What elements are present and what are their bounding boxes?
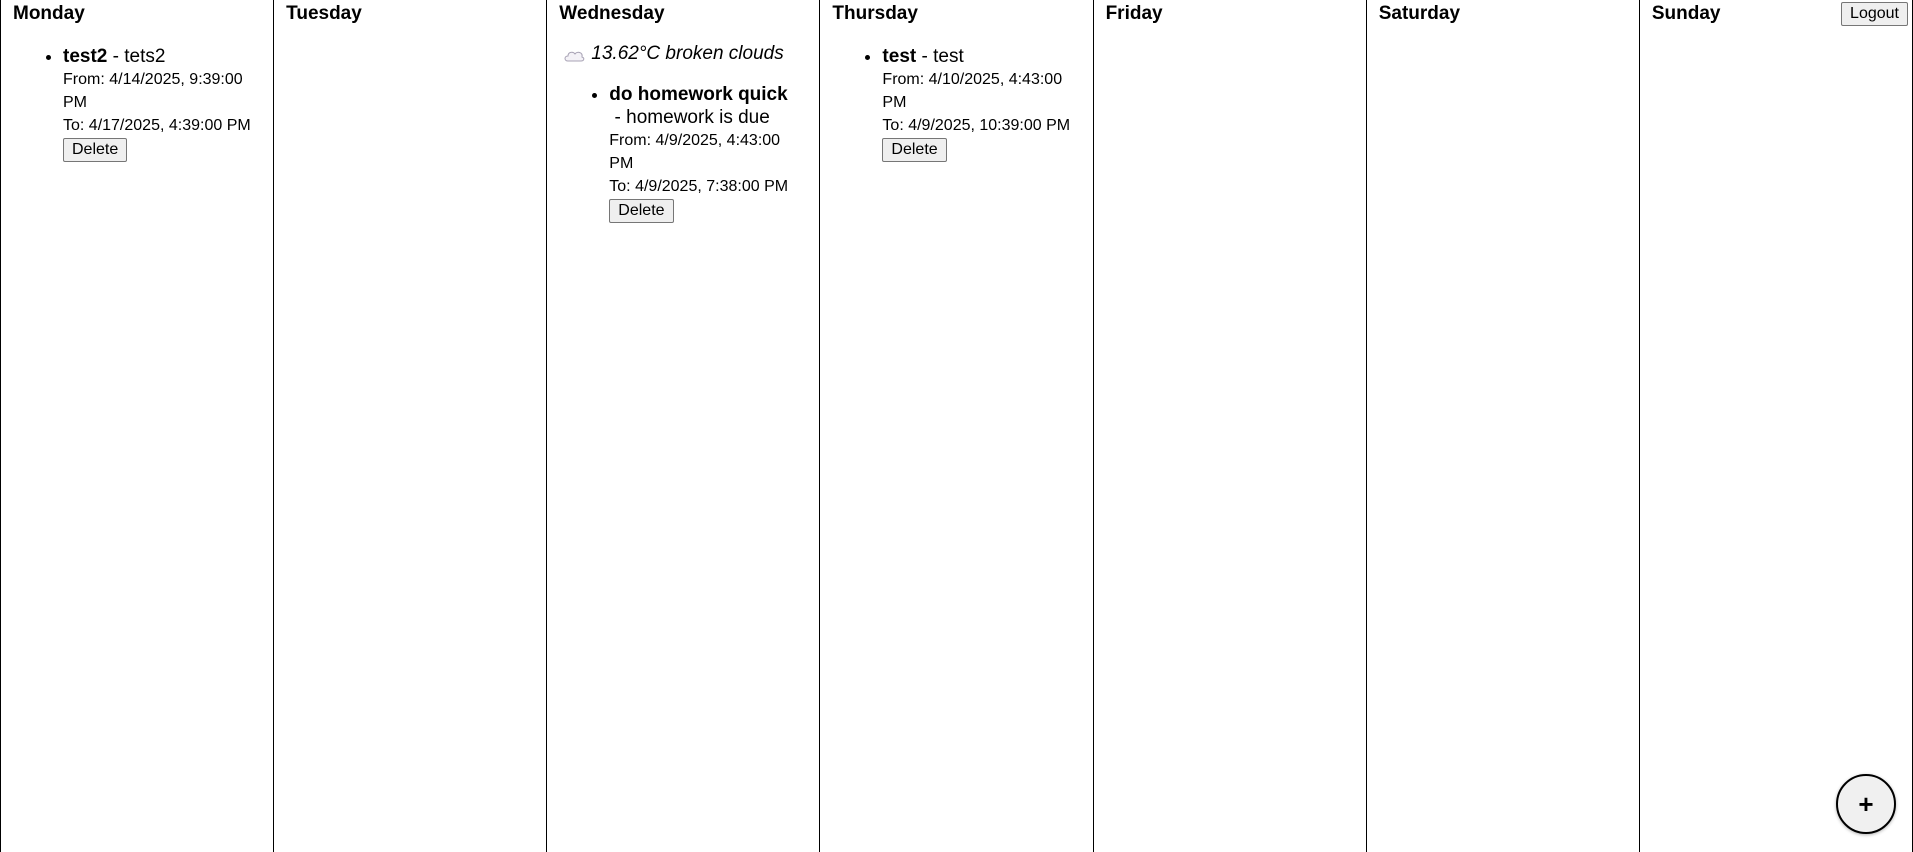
event-description: tets2 xyxy=(124,46,166,67)
list-item: test2 - tets2 From: 4/14/2025, 9:39:00 P… xyxy=(63,45,261,162)
weather-info: 13.62°C broken clouds xyxy=(563,43,807,65)
event-description: test xyxy=(933,46,964,67)
logout-button[interactable]: Logout xyxy=(1841,2,1908,26)
day-title: Saturday xyxy=(1378,3,1461,24)
event-separator: - xyxy=(916,46,934,67)
day-column-monday: Monday test2 - tets2 From: 4/14/2025, 9:… xyxy=(1,0,275,852)
day-title: Tuesday xyxy=(286,3,362,24)
event-separator: - xyxy=(609,107,627,128)
cloud-icon xyxy=(563,47,585,62)
day-column-friday: Friday xyxy=(1094,0,1367,852)
day-title: Wednesday xyxy=(559,3,665,24)
delete-event-button[interactable]: Delete xyxy=(882,138,947,162)
event-from: From: 4/14/2025, 9:39:00 PM xyxy=(63,71,243,111)
event-from: From: 4/10/2025, 4:43:00 PM xyxy=(882,71,1063,111)
event-from: From: 4/9/2025, 4:43:00 PM xyxy=(609,132,781,172)
event-title: test xyxy=(882,46,917,67)
day-column-thursday: Thursday test - test From: 4/10/2025, 4:… xyxy=(820,0,1094,852)
event-to: To: 4/17/2025, 4:39:00 PM xyxy=(63,117,251,134)
plus-icon: + xyxy=(1858,788,1874,819)
event-title: test2 xyxy=(63,46,108,67)
day-column-sunday: Sunday Logout + xyxy=(1640,0,1913,852)
list-item: do homework quick - homework is due From… xyxy=(609,83,807,223)
day-column-tuesday: Tuesday xyxy=(274,0,548,852)
list-item: test - test From: 4/10/2025, 4:43:00 PM … xyxy=(882,45,1080,162)
delete-event-button[interactable]: Delete xyxy=(63,138,128,162)
add-event-button[interactable]: + xyxy=(1835,774,1896,834)
day-column-wednesday: Wednesday 13.62°C broken clouds do homew… xyxy=(547,0,821,852)
event-to: To: 4/9/2025, 7:38:00 PM xyxy=(609,178,789,195)
event-title: do homework quick xyxy=(609,84,788,105)
event-to: To: 4/9/2025, 10:39:00 PM xyxy=(882,117,1071,134)
event-description: homework is due xyxy=(626,107,770,128)
delete-event-button[interactable]: Delete xyxy=(609,199,674,223)
event-separator: - xyxy=(107,46,125,67)
day-title: Monday xyxy=(13,3,85,24)
day-title: Friday xyxy=(1105,3,1163,24)
week-view: Monday test2 - tets2 From: 4/14/2025, 9:… xyxy=(0,0,1913,852)
weather-text: 13.62°C broken clouds xyxy=(591,43,784,64)
event-list: do homework quick - homework is due From… xyxy=(559,83,807,223)
event-list: test2 - tets2 From: 4/14/2025, 9:39:00 P… xyxy=(13,45,261,162)
day-title: Thursday xyxy=(832,3,918,24)
day-column-saturday: Saturday xyxy=(1367,0,1640,852)
event-list: test - test From: 4/10/2025, 4:43:00 PM … xyxy=(832,45,1080,162)
